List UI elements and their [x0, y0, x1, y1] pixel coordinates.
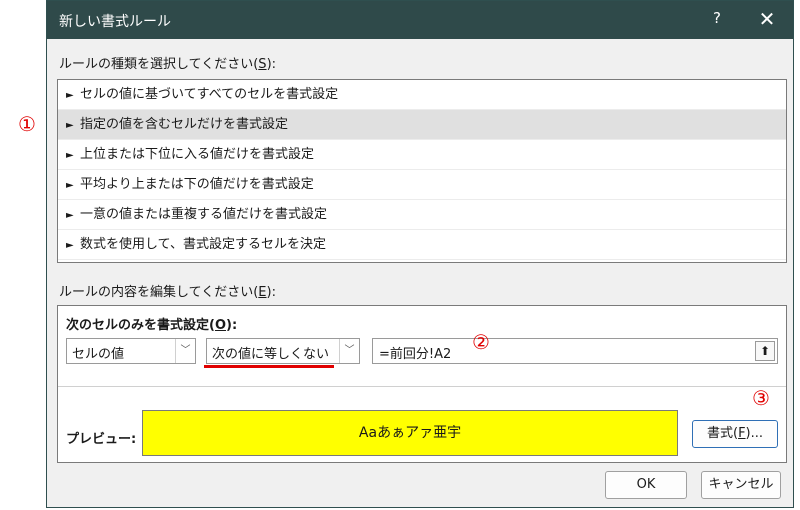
- value-text: =前回分!A2: [379, 347, 452, 362]
- collapse-dialog-icon[interactable]: ⬆: [755, 341, 775, 361]
- rule-type-item-selected[interactable]: ► 指定の値を含むセルだけを書式設定: [58, 110, 786, 140]
- help-icon[interactable]: ?: [707, 9, 727, 29]
- rule-type-label: ルールの種類を選択してください(S):: [59, 57, 277, 72]
- rule-type-item[interactable]: ► 上位または下位に入る値だけを書式設定: [58, 140, 786, 170]
- rule-edit-label: ルールの内容を編集してください(E):: [59, 285, 276, 300]
- preview-box: Aaあぁアァ亜宇: [142, 410, 678, 456]
- rule-type-item[interactable]: ► 一意の値または重複する値だけを書式設定: [58, 200, 786, 230]
- ok-button[interactable]: OK: [605, 471, 687, 499]
- divider: [58, 386, 786, 387]
- annotation-2: ②: [472, 330, 490, 354]
- format-only-cells-heading: 次のセルのみを書式設定(O):: [66, 318, 238, 333]
- annotation-underline: [204, 365, 334, 368]
- rule-type-item[interactable]: ► セルの値に基づいてすべてのセルを書式設定: [58, 80, 786, 110]
- rule-edit-panel: 次のセルのみを書式設定(O): セルの値 ﹀ 次の値に等しくない ﹀ =前回分!…: [57, 305, 787, 463]
- arrow-icon: ►: [66, 210, 74, 221]
- close-icon[interactable]: ✕: [755, 7, 779, 31]
- format-button[interactable]: 書式(F)...: [692, 420, 778, 448]
- condition-type-select[interactable]: セルの値 ﹀: [66, 338, 196, 364]
- annotation-1: ①: [18, 112, 36, 136]
- condition-type-value: セルの値: [72, 347, 125, 362]
- rule-type-item[interactable]: ► 平均より上または下の値だけを書式設定: [58, 170, 786, 200]
- arrow-icon: ►: [66, 150, 74, 161]
- arrow-icon: ►: [66, 240, 74, 251]
- arrow-icon: ►: [66, 120, 74, 131]
- operator-select[interactable]: 次の値に等しくない ﹀: [206, 338, 360, 364]
- chevron-down-icon: ﹀: [175, 339, 195, 363]
- cancel-button[interactable]: キャンセル: [701, 471, 781, 499]
- annotation-3: ③: [752, 386, 770, 410]
- value-input[interactable]: =前回分!A2 ⬆: [372, 338, 778, 364]
- operator-value: 次の値に等しくない: [212, 347, 330, 362]
- dialog-title: 新しい書式ルール: [59, 14, 171, 30]
- chevron-down-icon: ﹀: [339, 339, 359, 363]
- arrow-icon: ►: [66, 180, 74, 191]
- arrow-icon: ►: [66, 90, 74, 101]
- title-bar: 新しい書式ルール ? ✕: [47, 1, 793, 39]
- rule-type-item[interactable]: ► 数式を使用して、書式設定するセルを決定: [58, 230, 786, 260]
- rule-type-list[interactable]: ► セルの値に基づいてすべてのセルを書式設定 ► 指定の値を含むセルだけを書式設定 …: [57, 79, 787, 263]
- preview-label: プレビュー:: [66, 432, 137, 447]
- new-format-rule-dialog: 新しい書式ルール ? ✕ ルールの種類を選択してください(S): ► セルの値に基…: [46, 0, 794, 508]
